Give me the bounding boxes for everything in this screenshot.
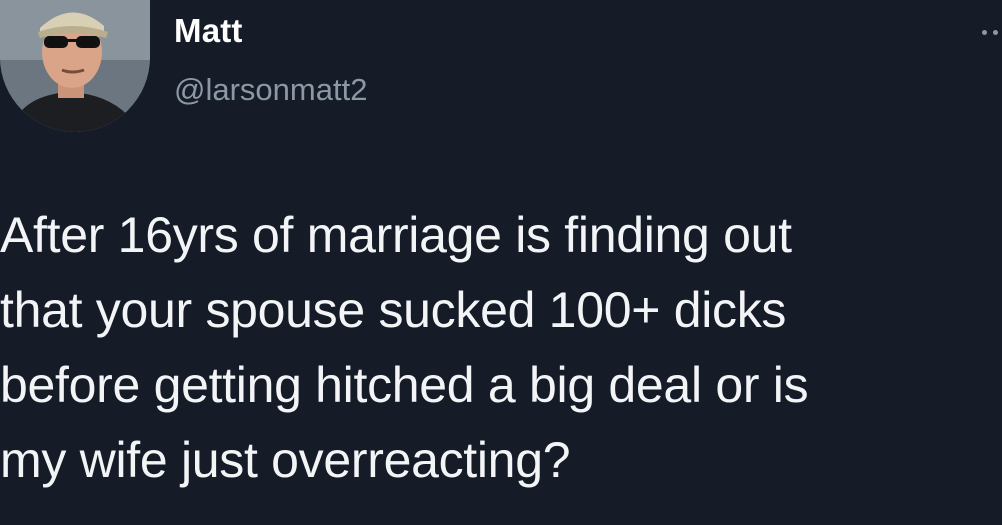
avatar[interactable]	[0, 0, 150, 132]
avatar-photo	[0, 0, 150, 132]
more-horizontal-icon[interactable]	[982, 26, 1002, 38]
more-dot	[982, 29, 987, 35]
author-handle[interactable]: @larsonmatt2	[174, 72, 367, 108]
tweet-text: After 16yrs of marriage is finding out t…	[0, 207, 809, 488]
tweet-card: Matt @larsonmatt2 After 16yrs of marriag…	[0, 0, 1002, 525]
author-name[interactable]: Matt	[174, 12, 243, 50]
more-dot	[993, 29, 998, 35]
